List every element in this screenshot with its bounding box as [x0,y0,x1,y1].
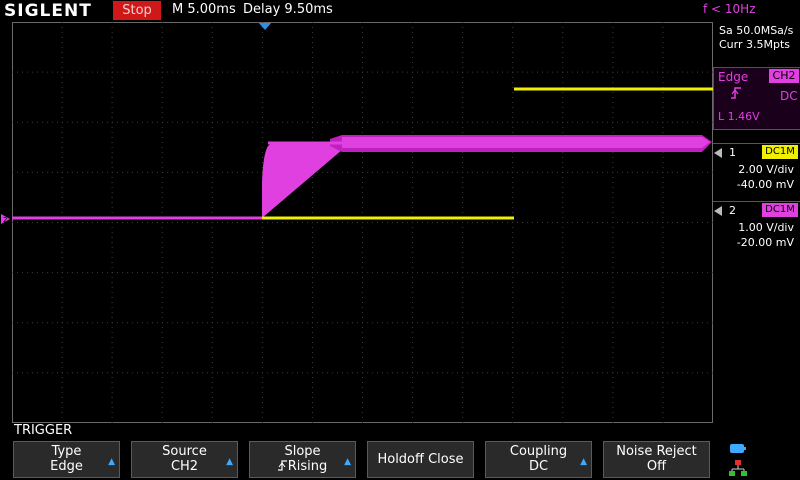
sample-rate-readout: Sa 50.0MSa/s [719,24,794,37]
rising-edge-icon [731,87,741,99]
up-arrow-icon: ▲ [226,457,233,467]
trigger-source-badge: CH2 [769,69,799,83]
softkey-value: Rising [287,459,328,474]
run-stop-status-badge[interactable]: Stop [113,1,161,20]
trigger-coupling-label: DC [780,89,798,103]
softkey-trigger-type[interactable]: Type Edge ▲ [13,441,120,478]
memory-depth-readout: Curr 3.5Mpts [719,38,791,51]
softkey-label: Slope [284,444,321,459]
softkey-trigger-source[interactable]: Source CH2 ▲ [131,441,238,478]
softkey-noise-reject[interactable]: Noise Reject Off [603,441,710,478]
trigger-level-readout: L 1.46V [718,110,760,123]
rising-edge-icon [277,460,287,471]
up-arrow-icon: ▲ [108,457,115,467]
channel2-coupling-badge: DC1M [762,203,798,217]
softkey-value: DC [528,459,549,474]
channel2-trace [12,135,712,220]
channel1-selector-icon [714,148,722,158]
brand-logo: SIGLENT [4,1,92,21]
svg-text:2: 2 [3,216,7,224]
battery-icon [730,444,746,453]
waveform-graticule[interactable] [12,22,713,423]
trigger-frequency-readout: f < 10Hz [703,2,756,16]
softkey-holdoff[interactable]: Holdoff Close [367,441,474,478]
channel1-scale: 2.00 V/div [738,163,794,176]
channel2-number: 2 [729,204,753,218]
timebase-readout[interactable]: M 5.00ms [172,2,236,17]
softkey-label: Type [51,444,82,459]
softkey-value: CH2 [170,459,199,474]
channel2-info-panel[interactable]: 2 DC1M 1.00 V/div -20.00 mV [713,201,800,250]
trigger-type-label: Edge [718,70,749,84]
trigger-info-panel[interactable]: Edge CH2 DC L 1.46V [713,67,800,130]
up-arrow-icon: ▲ [580,457,587,467]
softkey-value: Edge [50,459,83,474]
softkey-trigger-coupling[interactable]: Coupling DC ▲ [485,441,592,478]
softkey-label: Coupling [509,444,568,459]
softkey-label: Source [162,444,207,459]
network-icon [729,460,747,476]
channel2-scale: 1.00 V/div [738,221,794,234]
channel1-offset: -40.00 mV [736,178,794,191]
top-status-bar: SIGLENT Stop M 5.00ms Delay 9.50ms f < 1… [0,0,800,22]
channel2-ground-marker-icon[interactable]: 2 [0,213,12,225]
menu-title: TRIGGER [14,423,73,438]
up-arrow-icon: ▲ [344,457,351,467]
channel1-coupling-badge: DC1M [762,145,798,159]
graticule-grid [12,22,713,423]
channel2-selector-icon [714,206,722,216]
softkey-trigger-slope[interactable]: Slope Rising ▲ [249,441,356,478]
channel2-offset: -20.00 mV [736,236,794,249]
softkey-label: Holdoff Close [377,452,464,467]
channel1-info-panel[interactable]: 1 DC1M 2.00 V/div -40.00 mV [713,143,800,192]
softkey-label: Noise Reject [616,444,697,459]
delay-readout[interactable]: Delay 9.50ms [243,2,333,17]
softkey-value: Off [646,459,667,474]
channel1-number: 1 [729,146,753,160]
